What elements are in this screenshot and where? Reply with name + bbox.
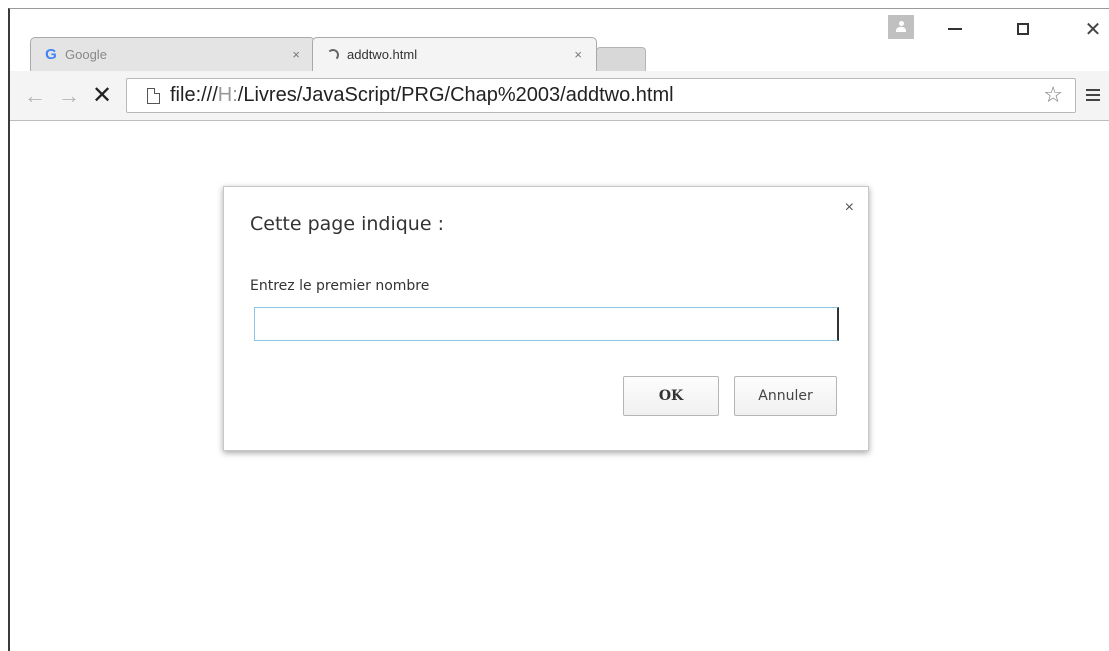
- loading-spinner-icon: [325, 47, 341, 63]
- browser-window: G Google × addtwo.html × ✕ ← → ✕ file://…: [8, 8, 1109, 651]
- forward-arrow-icon[interactable]: →: [58, 83, 80, 109]
- url-prefix: file:///: [170, 84, 218, 106]
- stop-loading-icon[interactable]: ✕: [92, 81, 112, 110]
- tab-addtwo[interactable]: addtwo.html ×: [312, 37, 597, 71]
- menu-icon[interactable]: [1086, 89, 1100, 103]
- google-g-icon: G: [45, 46, 57, 63]
- tab-google[interactable]: G Google ×: [30, 37, 315, 71]
- url-host: H:: [217, 84, 238, 106]
- browser-toolbar: ← → ✕ file:///H:/Livres/JavaScript/PRG/C…: [10, 71, 1109, 121]
- close-icon[interactable]: ×: [845, 199, 854, 217]
- prompt-dialog: Cette page indique : × Entrez le premier…: [223, 186, 869, 451]
- number-input[interactable]: [254, 307, 839, 341]
- back-arrow-icon[interactable]: ←: [24, 83, 46, 109]
- tab-strip: G Google × addtwo.html × ✕: [10, 9, 1109, 71]
- maximize-icon[interactable]: [1008, 17, 1038, 41]
- new-tab-button[interactable]: [596, 47, 646, 71]
- tab-close-icon[interactable]: ×: [574, 47, 582, 62]
- cancel-button[interactable]: Annuler: [734, 376, 837, 416]
- minimize-icon[interactable]: [940, 17, 970, 41]
- tab-close-icon[interactable]: ×: [292, 47, 300, 62]
- url-text[interactable]: file:///H:/Livres/JavaScript/PRG/Chap%20…: [170, 84, 674, 107]
- address-bar[interactable]: file:///H:/Livres/JavaScript/PRG/Chap%20…: [126, 78, 1076, 113]
- tab-title: Google: [65, 47, 107, 62]
- ok-button[interactable]: OK: [623, 376, 719, 416]
- url-path: /Livres/JavaScript/PRG/Chap%2003/addtwo.…: [237, 84, 674, 106]
- bookmark-star-icon[interactable]: ☆: [1043, 82, 1063, 108]
- tab-title: addtwo.html: [347, 47, 418, 62]
- profile-icon[interactable]: [888, 15, 914, 39]
- dialog-message: Entrez le premier nombre: [250, 278, 430, 294]
- close-window-icon[interactable]: ✕: [1078, 17, 1108, 41]
- dialog-title: Cette page indique :: [250, 213, 444, 235]
- page-icon: [147, 87, 160, 104]
